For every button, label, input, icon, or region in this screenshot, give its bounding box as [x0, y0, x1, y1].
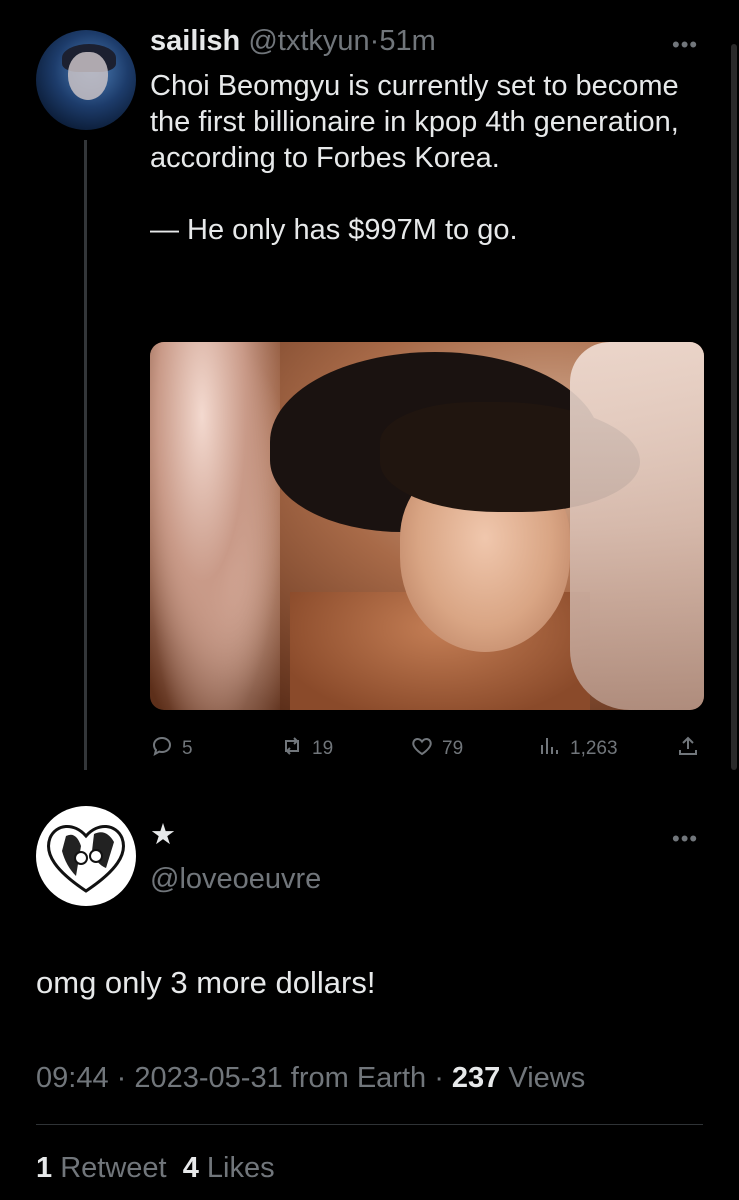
retweets-link[interactable]: 1 Retweet [36, 1152, 167, 1184]
retweet-count: 19 [312, 738, 334, 759]
divider [36, 1124, 703, 1125]
reply-icon [150, 734, 174, 764]
retweets-label: Retweet [60, 1152, 167, 1184]
separator-dot: · [369, 25, 380, 57]
reply-count: 5 [182, 738, 193, 759]
likes-count: 4 [182, 1152, 199, 1184]
reply-button[interactable]: 5 [150, 734, 193, 764]
views-icon [538, 734, 562, 764]
share-button[interactable] [676, 734, 700, 764]
view-count: 1,263 [570, 738, 618, 759]
retweet-icon [280, 734, 304, 764]
reply-meta: 09:44 · 2023-05-31 from Earth · 237 View… [36, 1062, 586, 1094]
more-icon[interactable]: ••• [672, 826, 698, 852]
heart-icon [410, 734, 434, 764]
reply-time[interactable]: 09:44 [36, 1062, 109, 1094]
tweet-text-paragraph: Choi Beomgyu is currently set to become … [150, 70, 679, 174]
reply-source: from Earth [290, 1062, 427, 1094]
author-avatar[interactable] [36, 30, 136, 130]
likes-link[interactable]: 4 Likes [183, 1152, 275, 1184]
tweet-text: Choi Beomgyu is currently set to become … [150, 68, 710, 248]
thread-line [84, 140, 87, 770]
tweet-photo[interactable] [150, 342, 704, 710]
retweet-button[interactable]: 19 [280, 734, 333, 764]
reply-date[interactable]: 2023-05-31 [134, 1062, 282, 1094]
reply-author-handle[interactable]: @loveoeuvre [150, 862, 321, 896]
like-count: 79 [442, 738, 464, 759]
engagement-stats: 1 Retweet 4 Likes [36, 1150, 275, 1186]
tweet-header: sailish @txtkyun·51m [150, 24, 436, 58]
more-icon[interactable]: ••• [672, 32, 698, 58]
reply-author-avatar[interactable] [36, 806, 136, 906]
like-button[interactable]: 79 [410, 734, 463, 764]
scrollbar[interactable] [731, 44, 737, 770]
author-handle[interactable]: @txtkyun [248, 25, 369, 57]
reply-views-count: 237 [451, 1062, 501, 1094]
retweets-count: 1 [36, 1152, 53, 1184]
likes-label: Likes [206, 1152, 275, 1184]
author-name[interactable]: sailish [150, 25, 240, 57]
reply-text: omg only 3 more dollars! [36, 965, 376, 1000]
tweet-text-paragraph: — He only has $997M to go. [150, 214, 518, 246]
tweet-time[interactable]: 51m [379, 25, 435, 57]
reply-views-label: Views [508, 1062, 586, 1094]
views-button[interactable]: 1,263 [538, 734, 618, 764]
share-icon [676, 734, 700, 764]
reply-author-name[interactable]: ★ [150, 818, 176, 852]
